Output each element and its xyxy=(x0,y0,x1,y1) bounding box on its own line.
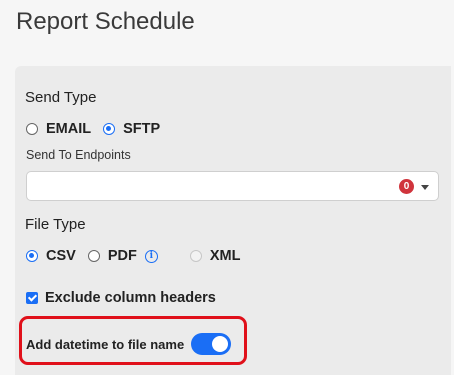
add-datetime-row: Add datetime to file name xyxy=(26,333,232,355)
endpoints-select[interactable]: 0 xyxy=(26,171,439,201)
file-type-option-pdf[interactable]: PDF i xyxy=(87,248,158,264)
toggle-knob[interactable] xyxy=(212,336,229,352)
radio-csv[interactable] xyxy=(26,250,38,262)
page-title: Report Schedule xyxy=(16,8,195,35)
radio-email[interactable] xyxy=(26,123,38,135)
file-type-option-xml: XML xyxy=(189,248,241,264)
option-label: SFTP xyxy=(123,121,161,137)
option-label: EMAIL xyxy=(46,121,92,137)
radio-xml xyxy=(189,250,202,262)
radio-sftp[interactable] xyxy=(103,123,116,135)
send-to-endpoints-label: Send To Endpoints xyxy=(26,148,131,162)
exclude-headers-row[interactable]: Exclude column headers xyxy=(26,290,216,306)
exclude-headers-checkbox[interactable] xyxy=(26,292,38,304)
send-type-option-email[interactable]: EMAIL xyxy=(26,121,91,137)
send-type-radio-group: EMAIL SFTP xyxy=(26,121,172,137)
file-type-option-csv[interactable]: CSV xyxy=(26,248,76,264)
send-type-label: Send Type xyxy=(25,89,97,106)
exclude-headers-label: Exclude column headers xyxy=(45,290,216,306)
add-datetime-toggle[interactable] xyxy=(191,333,232,355)
option-label: PDF xyxy=(107,248,137,264)
add-datetime-label: Add datetime to file name xyxy=(26,336,185,352)
file-type-label: File Type xyxy=(25,216,86,233)
file-type-radio-group: CSV PDF i XML xyxy=(26,248,252,264)
chevron-down-icon[interactable] xyxy=(421,185,429,190)
option-label: CSV xyxy=(46,248,76,264)
option-label: XML xyxy=(209,248,241,264)
radio-pdf[interactable] xyxy=(87,250,100,262)
send-type-option-sftp[interactable]: SFTP xyxy=(103,121,160,137)
selected-count-badge: 0 xyxy=(399,179,414,194)
info-icon[interactable]: i xyxy=(144,249,158,263)
